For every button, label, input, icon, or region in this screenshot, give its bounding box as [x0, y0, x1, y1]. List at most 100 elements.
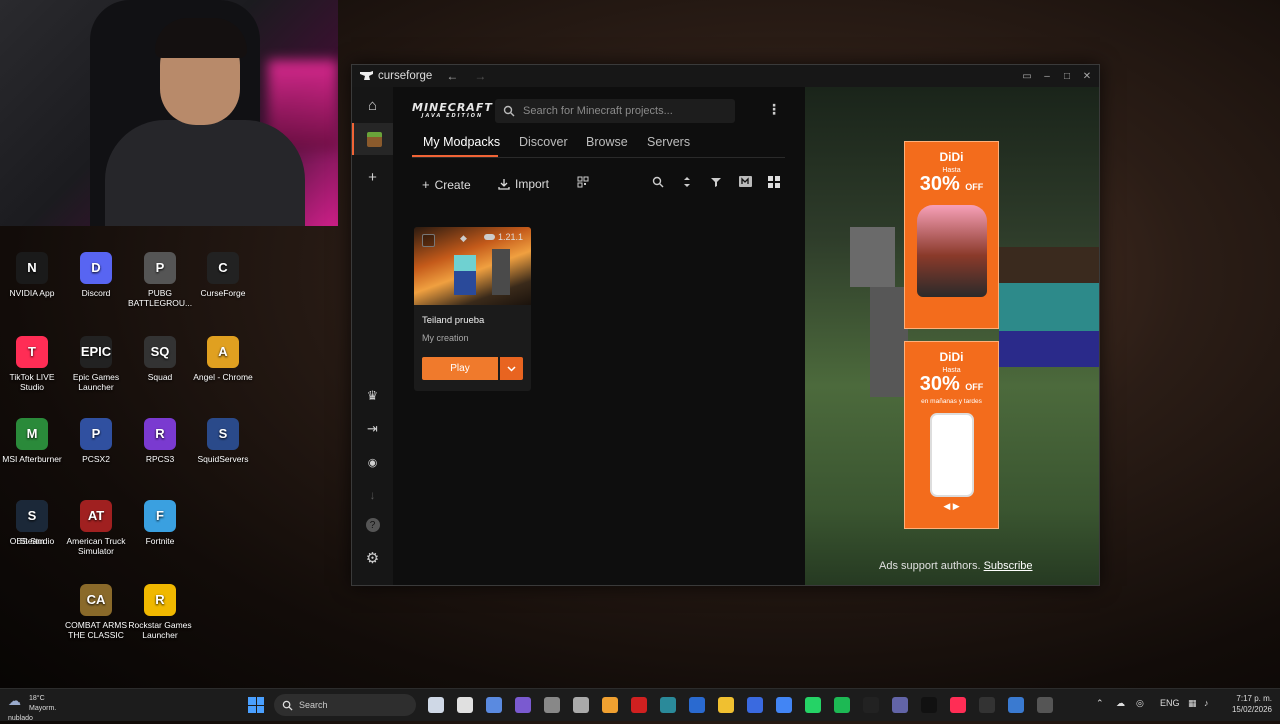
desktop-icon[interactable]: D Discord: [64, 252, 128, 298]
desktop-icon[interactable]: C CurseForge: [191, 252, 255, 298]
taskbar-app-icon[interactable]: [1008, 697, 1024, 713]
taskbar-app-icon[interactable]: [979, 697, 995, 713]
taskbar-app-icon[interactable]: [602, 697, 618, 713]
taskbar-app-icon[interactable]: [718, 697, 734, 713]
taskbar-app-icon[interactable]: [573, 697, 589, 713]
close-button[interactable]: ✕: [1077, 65, 1097, 87]
start-button[interactable]: [248, 697, 264, 713]
webcam-overlay: [0, 0, 338, 226]
create-button[interactable]: + Create: [422, 177, 471, 192]
back-button[interactable]: ←: [444, 69, 460, 83]
sort-icon[interactable]: [679, 176, 695, 191]
desktop-icon[interactable]: AT American Truck Simulator: [64, 500, 128, 556]
help-icon[interactable]: ?: [352, 509, 393, 541]
desktop-icon[interactable]: R RPCS3: [128, 418, 192, 464]
minimize-button[interactable]: –: [1037, 65, 1057, 87]
taskbar-app-icon[interactable]: [921, 697, 937, 713]
taskbar-app-icon[interactable]: [863, 697, 879, 713]
tab-discover[interactable]: Discover: [519, 135, 568, 149]
qr-grid-icon[interactable]: [575, 176, 591, 191]
taskbar-app-icon[interactable]: [805, 697, 821, 713]
subscribe-link[interactable]: Subscribe: [984, 560, 1033, 572]
didi-ad-1[interactable]: DiDi Hasta 30% OFF: [904, 141, 999, 329]
add-game-icon[interactable]: +: [352, 161, 393, 193]
taskbar-search[interactable]: Search: [274, 694, 416, 716]
desktop-icon[interactable]: M MSI Afterburner: [0, 418, 64, 464]
desktop-app-icon: P: [144, 252, 176, 284]
discord-icon[interactable]: ◉: [352, 446, 393, 478]
desktop-icon[interactable]: S SquidServers: [191, 418, 255, 464]
wifi-icon[interactable]: ▦: [1188, 698, 1197, 709]
help-glyph: ?: [365, 518, 380, 532]
desktop-icon[interactable]: EPIC Epic Games Launcher: [64, 336, 128, 392]
onedrive-icon[interactable]: ☁: [1116, 698, 1125, 709]
crown-icon[interactable]: ♛: [352, 380, 393, 412]
settings-icon[interactable]: ⚙: [352, 542, 393, 574]
maximize-button[interactable]: □: [1057, 65, 1077, 87]
desktop-icon[interactable]: T TikTok LIVE Studio: [0, 336, 64, 392]
search-modpacks-icon[interactable]: [650, 176, 666, 191]
tray-overflow-icon[interactable]: ⌃: [1096, 698, 1104, 709]
select-checkbox[interactable]: [422, 234, 435, 247]
filter-icon[interactable]: [708, 176, 724, 191]
taskbar-app-icon[interactable]: [689, 697, 705, 713]
clock[interactable]: 7:17 p. m. 15/02/2026: [1232, 693, 1272, 715]
volume-icon[interactable]: ♪: [1204, 698, 1209, 708]
desktop-icon[interactable]: SQ Squad: [128, 336, 192, 382]
desktop-app-icon: N: [16, 252, 48, 284]
desktop-icon[interactable]: N NVIDIA App: [0, 252, 64, 298]
tab-browse[interactable]: Browse: [586, 135, 628, 149]
taskbar-app-icon[interactable]: [457, 697, 473, 713]
more-options-icon[interactable]: ⋮: [767, 101, 781, 118]
desktop-icon[interactable]: A Angel - Chrome: [191, 336, 255, 382]
sidebar-item-minecraft[interactable]: [352, 123, 395, 155]
taskbar-app-icon[interactable]: [631, 697, 647, 713]
mod-view-icon[interactable]: [737, 176, 753, 190]
desktop-icon[interactable]: CA COMBAT ARMS THE CLASSIC: [64, 584, 128, 640]
tab-my-modpacks[interactable]: My Modpacks: [423, 135, 500, 149]
desktop-app-icon: R: [144, 418, 176, 450]
desktop-icon-label: COMBAT ARMS THE CLASSIC: [64, 620, 128, 640]
forward-button[interactable]: →: [472, 69, 488, 83]
version-badge: 1.21.1: [484, 232, 523, 242]
active-tab-indicator: [412, 155, 498, 157]
desktop-icon-label: PCSX2: [82, 454, 110, 464]
grid-view-icon[interactable]: [766, 176, 782, 191]
layout-toggle-button[interactable]: ▭: [1017, 65, 1037, 87]
language-indicator[interactable]: ENG: [1160, 698, 1180, 708]
ad-carousel-arrows[interactable]: ◀ ▶: [905, 501, 998, 512]
taskbar-app-icon[interactable]: [428, 697, 444, 713]
desktop-app-icon: S: [16, 500, 48, 532]
desktop-icon[interactable]: F Fortnite: [128, 500, 192, 546]
taskbar-app-icon[interactable]: [950, 697, 966, 713]
desktop-icon[interactable]: R Rockstar Games Launcher: [128, 584, 192, 640]
taskbar-app-icon[interactable]: [660, 697, 676, 713]
tab-servers[interactable]: Servers: [647, 135, 690, 149]
desktop-icon[interactable]: P PCSX2: [64, 418, 128, 464]
desktop-icon-label: NVIDIA App: [9, 288, 55, 298]
taskbar-app-icon[interactable]: [834, 697, 850, 713]
ad-discount: 30% OFF: [905, 174, 998, 197]
search-input[interactable]: Search for Minecraft projects...: [495, 99, 735, 123]
download-icon[interactable]: ↓: [352, 479, 393, 511]
taskbar-app-icon[interactable]: [486, 697, 502, 713]
desktop-icon[interactable]: P PUBG BATTLEGROU...: [128, 252, 192, 308]
import-button[interactable]: Import: [498, 177, 549, 191]
login-icon[interactable]: ⇥: [352, 413, 393, 445]
taskbar-app-icon[interactable]: [515, 697, 531, 713]
taskbar-app-icon[interactable]: [892, 697, 908, 713]
modpack-card[interactable]: ◆ 1.21.1 Teiland prueba My creation Play: [414, 227, 531, 391]
play-button[interactable]: Play: [422, 357, 498, 380]
taskbar-app-icon[interactable]: [747, 697, 763, 713]
thumbnail-mob: [492, 249, 510, 295]
taskbar-app-icon[interactable]: [544, 697, 560, 713]
home-icon[interactable]: ⌂: [352, 89, 393, 121]
didi-ad-2[interactable]: DiDi Hasta 30% OFF en mañanas y tardes ◀…: [904, 341, 999, 529]
play-options-dropdown[interactable]: [500, 357, 523, 380]
taskbar-app-icon[interactable]: [776, 697, 792, 713]
taskbar-app-icon[interactable]: [1037, 697, 1053, 713]
chevron-down-icon: [507, 365, 516, 372]
network-icon[interactable]: ◎: [1136, 698, 1144, 709]
desktop-icon[interactable]: S Steam: [0, 500, 64, 546]
ads-support-notice: Ads support authors. Subscribe: [879, 560, 1033, 572]
